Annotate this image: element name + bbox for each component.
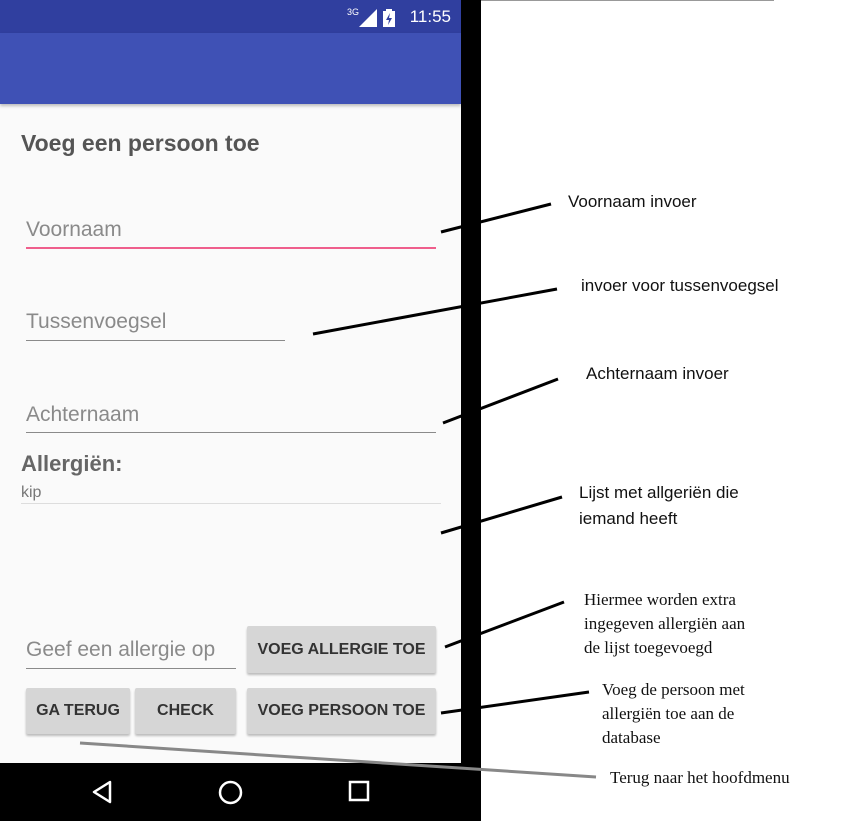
annotation-line-infix — [312, 287, 558, 336]
annotation-last-name: Achternaam invoer — [586, 364, 729, 383]
annotation-allergy-list: Lijst met allgeriën die iemand heeft — [579, 480, 739, 532]
annotation-line-first-name — [440, 202, 552, 234]
annotation-back: Terug naar het hoofdmenu — [610, 768, 790, 787]
annotation-line-add-person — [440, 690, 590, 715]
annotation-add-person-line2: allergiën toe aan de — [602, 704, 735, 723]
annotation-add-person: Voeg de persoon met allergiën toe aan de… — [602, 678, 745, 750]
annotation-add-allergy-line2: ingegeven allergiën aan — [584, 614, 746, 633]
annotation-add-person-line1: Voeg de persoon met — [602, 680, 745, 699]
annotation-line-back — [79, 741, 597, 779]
annotation-infix: invoer voor tussenvoegsel — [581, 276, 779, 295]
annotation-add-allergy: Hiermee worden extra ingegeven allergiën… — [584, 588, 745, 660]
annotation-allergy-list-line1: Lijst met allgeriën die — [579, 483, 739, 502]
annotation-line-last-name — [442, 377, 559, 425]
annotation-add-allergy-line1: Hiermee worden extra — [584, 590, 736, 609]
annotation-allergy-list-line2: iemand heeft — [579, 509, 678, 528]
annotation-first-name: Voornaam invoer — [568, 192, 697, 211]
annotation-add-allergy-line3: de lijst toegevoegd — [584, 638, 713, 657]
annotation-line-allergy-list — [440, 495, 563, 535]
annotation-add-person-line3: database — [602, 728, 661, 747]
annotation-line-add-allergy — [444, 600, 565, 649]
